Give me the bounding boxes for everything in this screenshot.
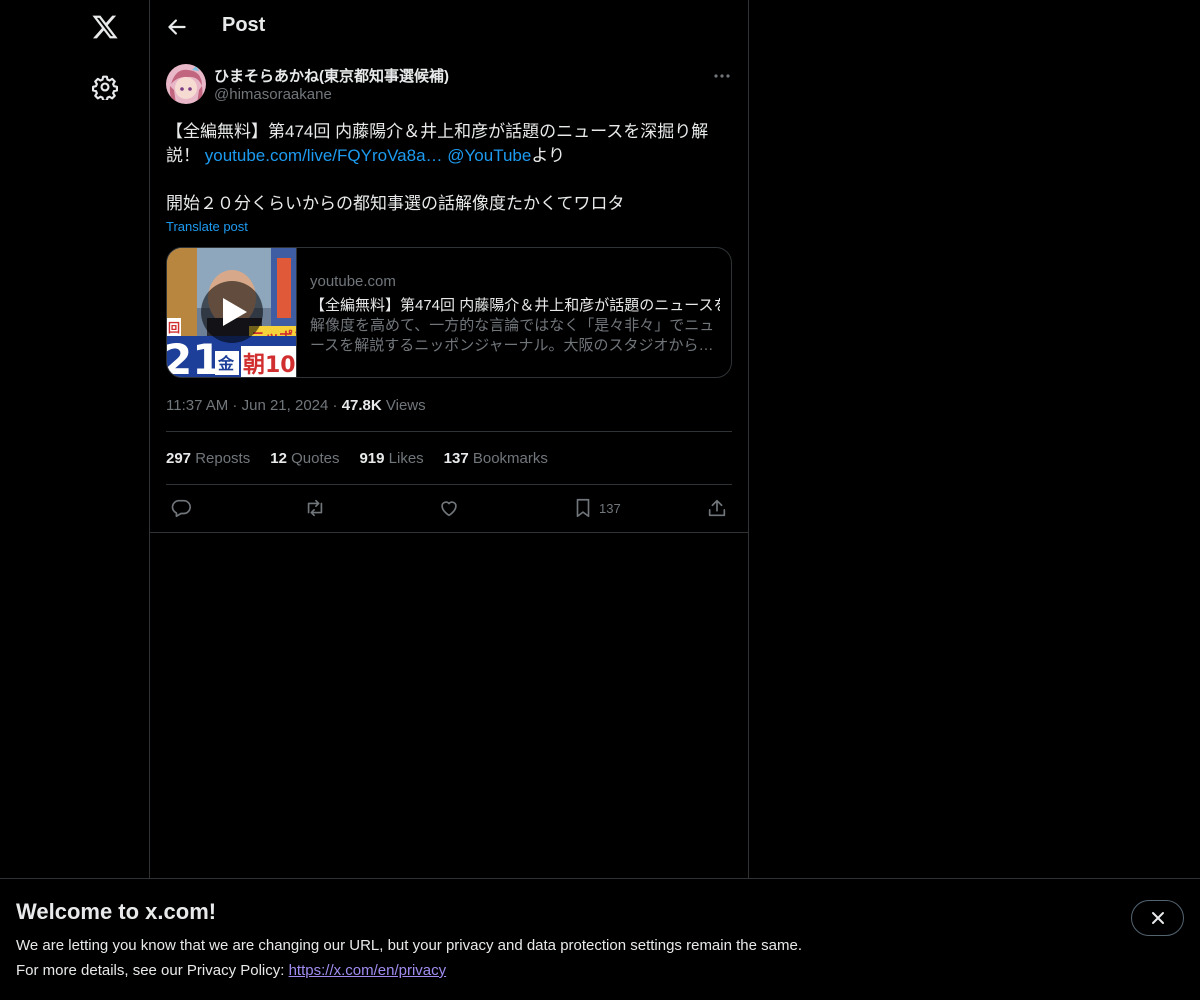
repost-button[interactable] xyxy=(304,496,326,520)
author-name[interactable]: ひまそらあかね(東京都知事選候補) xyxy=(214,65,449,86)
post-text-segment: より xyxy=(531,146,565,165)
bookmark-button[interactable]: 137 xyxy=(572,496,621,520)
bookmarks-count: 137 xyxy=(443,450,469,467)
thumb-badge-text: 金 xyxy=(217,354,235,373)
post-text: 【全編無料】第474回 内藤陽介＆井上和彦が話題のニュースを深掘り解説！ you… xyxy=(166,120,732,216)
close-banner-button[interactable] xyxy=(1131,900,1184,936)
privacy-policy-link[interactable]: https://x.com/en/privacy xyxy=(289,962,447,979)
bookmarks-stat[interactable]: 137 Bookmarks xyxy=(444,450,548,467)
likes-count: 919 xyxy=(359,450,385,467)
card-title: 【全編無料】第474回 内藤陽介＆井上和彦が話題のニュースを深掘り解説！ xyxy=(310,297,720,314)
page-header: Post xyxy=(150,0,748,54)
likes-label: Likes xyxy=(384,450,424,467)
page-title: Post xyxy=(222,14,266,36)
banner-privacy-line: For more details, see our Privacy Policy… xyxy=(16,962,446,979)
share-button[interactable] xyxy=(706,496,728,520)
views-count: 47.8K xyxy=(341,397,382,414)
avatar[interactable] xyxy=(166,64,206,104)
quotes-label: Quotes xyxy=(286,450,340,467)
reply-icon xyxy=(171,499,191,518)
repost-icon xyxy=(307,499,323,517)
post-time[interactable]: 11:37 AM xyxy=(166,397,228,414)
card-domain: youtube.com xyxy=(310,273,396,290)
avatar-image xyxy=(166,64,206,104)
thumb-corner-text: 回 xyxy=(168,321,180,335)
reposts-label: Reposts xyxy=(191,450,251,467)
reposts-count: 297 xyxy=(166,450,192,467)
thumbnail-image: ニッポンジ 回 21 金 朝10 xyxy=(167,248,296,378)
post-actions: 137 xyxy=(166,496,732,520)
banner-message: We are letting you know that we are chan… xyxy=(16,937,802,954)
reply-button[interactable] xyxy=(170,496,192,520)
post-link[interactable]: youtube.com/live/FQYroVa8a… xyxy=(205,146,443,165)
quotes-count: 12 xyxy=(270,450,287,467)
thumb-time-text: 朝10 xyxy=(243,352,296,378)
divider xyxy=(150,532,748,533)
post-date[interactable]: Jun 21, 2024 xyxy=(242,397,329,414)
url-change-banner: Welcome to x.com! We are letting you kno… xyxy=(0,878,1200,1000)
meta-separator: · xyxy=(228,397,242,414)
reposts-stat[interactable]: 297 Reposts xyxy=(166,450,250,467)
card-description: 解像度を高めて、一方的な言論ではなく「是々非々」でニュースを解説するニッポンジャ… xyxy=(310,317,715,354)
views-label: Views xyxy=(381,397,426,414)
likes-stat[interactable]: 919 Likes xyxy=(359,450,423,467)
divider xyxy=(166,431,732,432)
gear-icon[interactable] xyxy=(92,74,118,100)
share-icon xyxy=(708,499,726,517)
bookmark-count: 137 xyxy=(599,500,621,516)
link-preview-card[interactable]: ニッポンジ 回 21 金 朝10 youtube.com 【全編無料】第474回… xyxy=(166,247,732,378)
close-icon xyxy=(1151,912,1164,924)
divider xyxy=(166,484,732,485)
heart-icon xyxy=(441,501,457,517)
author-handle[interactable]: @himasoraakane xyxy=(214,86,332,103)
primary-column: Post ひまそらあかね(東京都知事選候補) @himasoraakane 【全… xyxy=(149,0,749,880)
arrow-left-icon[interactable] xyxy=(164,14,190,40)
thumb-date-text: 21 xyxy=(167,335,221,378)
bookmarks-label: Bookmarks xyxy=(468,450,548,467)
post-stats: 297 Reposts 12 Quotes 919 Likes 137 Bookmar… xyxy=(166,450,568,467)
x-logo-icon[interactable] xyxy=(91,13,119,41)
card-thumbnail: ニッポンジ 回 21 金 朝10 xyxy=(167,248,297,378)
bookmark-icon xyxy=(576,498,590,518)
post-meta: 11:37 AM · Jun 21, 2024 · 47.8K Views xyxy=(166,397,426,414)
translate-post-button[interactable]: Translate post xyxy=(166,219,248,234)
like-button[interactable] xyxy=(438,496,460,520)
post-text-line: 開始２０分くらいからの都知事選の話解像度たかくてワロタ xyxy=(166,194,625,213)
more-horizontal-icon[interactable] xyxy=(712,66,732,86)
quotes-stat[interactable]: 12 Quotes xyxy=(270,450,339,467)
meta-separator: · xyxy=(328,397,342,414)
left-nav xyxy=(0,0,150,1000)
banner-privacy-prefix: For more details, see our Privacy Policy… xyxy=(16,962,289,979)
banner-title: Welcome to x.com! xyxy=(16,899,217,924)
post-mention[interactable]: @YouTube xyxy=(447,146,531,165)
